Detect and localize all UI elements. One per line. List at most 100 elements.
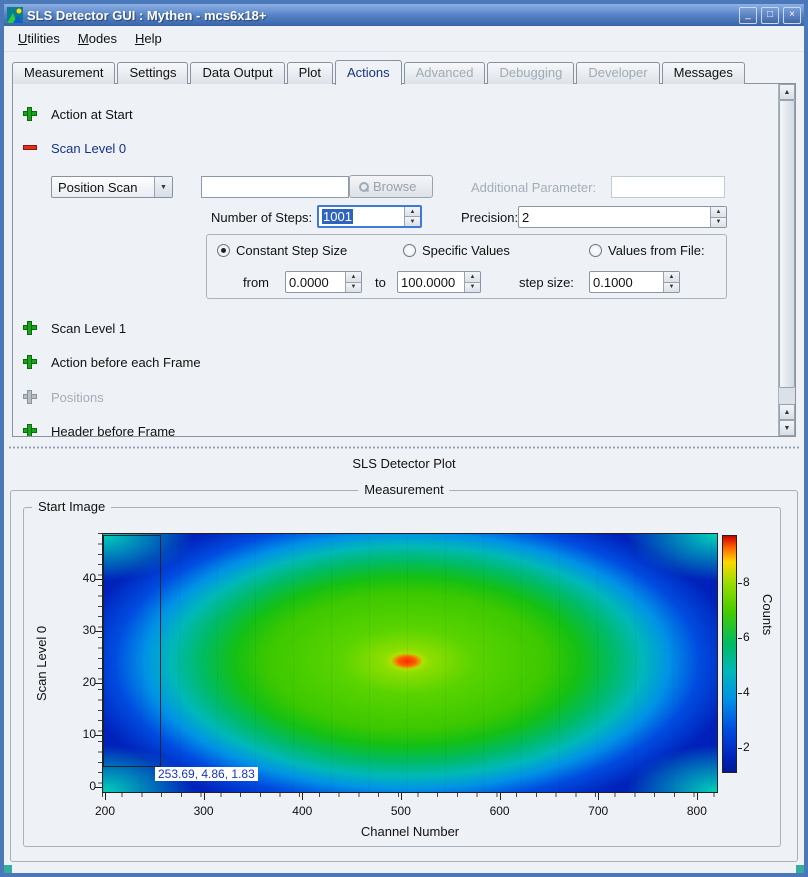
from-value[interactable]: 0.0000 — [286, 272, 345, 292]
y-tick-label: 40 — [64, 571, 96, 586]
scroll-down-button[interactable]: ▼ — [779, 420, 795, 436]
menu-utilities[interactable]: Utilities — [10, 28, 68, 49]
tabbar: Measurement Settings Data Output Plot Ac… — [12, 59, 796, 84]
scan-level-1-row[interactable]: Scan Level 1 — [23, 320, 126, 336]
step-spin-up-button[interactable]: ▲ — [664, 272, 679, 282]
window: SLS Detector GUI : Mythen - mcs6x18+ _ □… — [0, 0, 808, 877]
tab-data-output[interactable]: Data Output — [190, 62, 284, 84]
additional-parameter-input — [611, 176, 725, 198]
minimize-button[interactable]: _ — [739, 7, 757, 24]
titlebar: SLS Detector GUI : Mythen - mcs6x18+ _ □… — [4, 4, 804, 26]
x-tick — [598, 793, 599, 800]
y-axis-label: Scan Level 0 — [34, 588, 49, 738]
values-from-file-label: Values from File: — [608, 243, 705, 258]
expand-plus-icon[interactable] — [23, 424, 37, 437]
tab-actions[interactable]: Actions — [335, 60, 402, 85]
positions-row: Positions — [23, 389, 104, 405]
expand-plus-icon[interactable] — [23, 355, 37, 369]
y-tick-label: 0 — [64, 779, 96, 794]
scan-level-0-row[interactable]: Scan Level 0 — [23, 140, 126, 156]
menubar: Utilities Modes Help — [4, 26, 804, 52]
tab-plot[interactable]: Plot — [287, 62, 333, 84]
to-spin-up-button[interactable]: ▲ — [465, 272, 480, 282]
collapse-minus-icon[interactable] — [23, 141, 37, 155]
from-spin-up-button[interactable]: ▲ — [346, 272, 361, 282]
tab-advanced: Advanced — [404, 62, 486, 84]
colorbar-tick — [738, 583, 742, 584]
x-tick-label: 300 — [184, 804, 224, 818]
from-spinbox: 0.0000 ▲▼ — [285, 271, 362, 293]
tab-messages[interactable]: Messages — [662, 62, 745, 84]
tab-measurement[interactable]: Measurement — [12, 62, 115, 84]
values-from-file-radio[interactable] — [589, 244, 602, 257]
measurement-groupbox: Measurement Start Image Scan Level 0 40 … — [10, 490, 798, 862]
from-label: from — [243, 275, 269, 290]
step-size-label: step size: — [519, 275, 574, 290]
expand-plus-icon[interactable] — [23, 321, 37, 335]
x-tick-label: 200 — [85, 804, 125, 818]
scrollbar-thumb[interactable] — [779, 100, 795, 388]
constant-step-radio[interactable] — [217, 244, 230, 257]
scan-value-input[interactable] — [201, 176, 349, 198]
step-spin-down-button[interactable]: ▼ — [664, 282, 679, 293]
x-tick — [401, 793, 402, 800]
splitter-dots — [8, 446, 800, 449]
steps-spin-down-button[interactable]: ▼ — [405, 216, 420, 226]
number-of-steps-value[interactable]: 1001 — [319, 207, 404, 226]
colorbar-tick — [738, 693, 742, 694]
splitter-handle[interactable]: SLS Detector Plot — [4, 437, 804, 481]
heatmap-plot[interactable]: 253.69, 4.86, 1.83 — [102, 533, 718, 793]
precision-spinbox: 2 ▲▼ — [518, 206, 727, 228]
to-value[interactable]: 100.0000 — [398, 272, 464, 292]
scroll-up-button[interactable]: ▲ — [779, 84, 795, 100]
precision-value[interactable]: 2 — [519, 207, 710, 227]
scan-level-0-label: Scan Level 0 — [51, 141, 126, 156]
header-before-frame-row[interactable]: Header before Frame — [23, 423, 175, 437]
menu-help[interactable]: Help — [127, 28, 170, 49]
action-at-start-row[interactable]: Action at Start — [23, 106, 133, 122]
x-tick-label: 500 — [381, 804, 421, 818]
x-tick — [302, 793, 303, 800]
menu-modes[interactable]: Modes — [70, 28, 125, 49]
resize-grip-left[interactable] — [4, 865, 12, 873]
to-spin-down-button[interactable]: ▼ — [465, 282, 480, 293]
y-tick-label: 30 — [64, 623, 96, 638]
precision-label: Precision: — [461, 210, 518, 225]
app-icon — [7, 7, 23, 23]
colorbar-label: Counts — [760, 594, 775, 724]
colorbar-tick-label: 2 — [743, 740, 761, 754]
specific-values-radio[interactable] — [403, 244, 416, 257]
precision-spin-up-button[interactable]: ▲ — [711, 207, 726, 217]
x-tick-label: 400 — [282, 804, 322, 818]
maximize-button[interactable]: □ — [761, 7, 779, 24]
scrollbar[interactable]: ▲ ▲ ▼ — [778, 84, 795, 436]
selection-rectangle — [103, 535, 161, 767]
colorbar — [722, 535, 737, 773]
colorbar-tick-label: 6 — [743, 630, 761, 644]
scan-mode-select[interactable]: Position Scan ▼ — [51, 176, 173, 198]
x-tick-label: 600 — [480, 804, 520, 818]
colorbar-tick-label: 4 — [743, 685, 761, 699]
scan-mode-value: Position Scan — [52, 180, 154, 195]
steps-spin-up-button[interactable]: ▲ — [405, 207, 420, 216]
precision-spin-down-button[interactable]: ▼ — [711, 217, 726, 228]
plot-dock-title: SLS Detector Plot — [4, 456, 804, 471]
resize-grip-right[interactable] — [796, 865, 804, 873]
y-tick-label: 10 — [64, 727, 96, 742]
step-size-value[interactable]: 0.1000 — [590, 272, 663, 292]
header-before-frame-label: Header before Frame — [51, 424, 175, 438]
from-spin-down-button[interactable]: ▼ — [346, 282, 361, 293]
x-axis-label: Channel Number — [102, 824, 718, 839]
y-tick-label: 20 — [64, 675, 96, 690]
step-options-groupbox: Constant Step Size Specific Values Value… — [206, 234, 727, 299]
expand-plus-icon[interactable] — [23, 107, 37, 121]
action-before-frame-row[interactable]: Action before each Frame — [23, 354, 201, 370]
tab-settings[interactable]: Settings — [117, 62, 188, 84]
x-tick — [105, 793, 106, 800]
close-button[interactable]: × — [783, 7, 801, 24]
x-minor-ticks — [102, 793, 718, 797]
x-tick — [500, 793, 501, 800]
scroll-up-button-bottom[interactable]: ▲ — [779, 404, 795, 420]
x-tick — [697, 793, 698, 800]
actions-panel: Action at Start Scan Level 0 Position Sc… — [12, 83, 796, 437]
